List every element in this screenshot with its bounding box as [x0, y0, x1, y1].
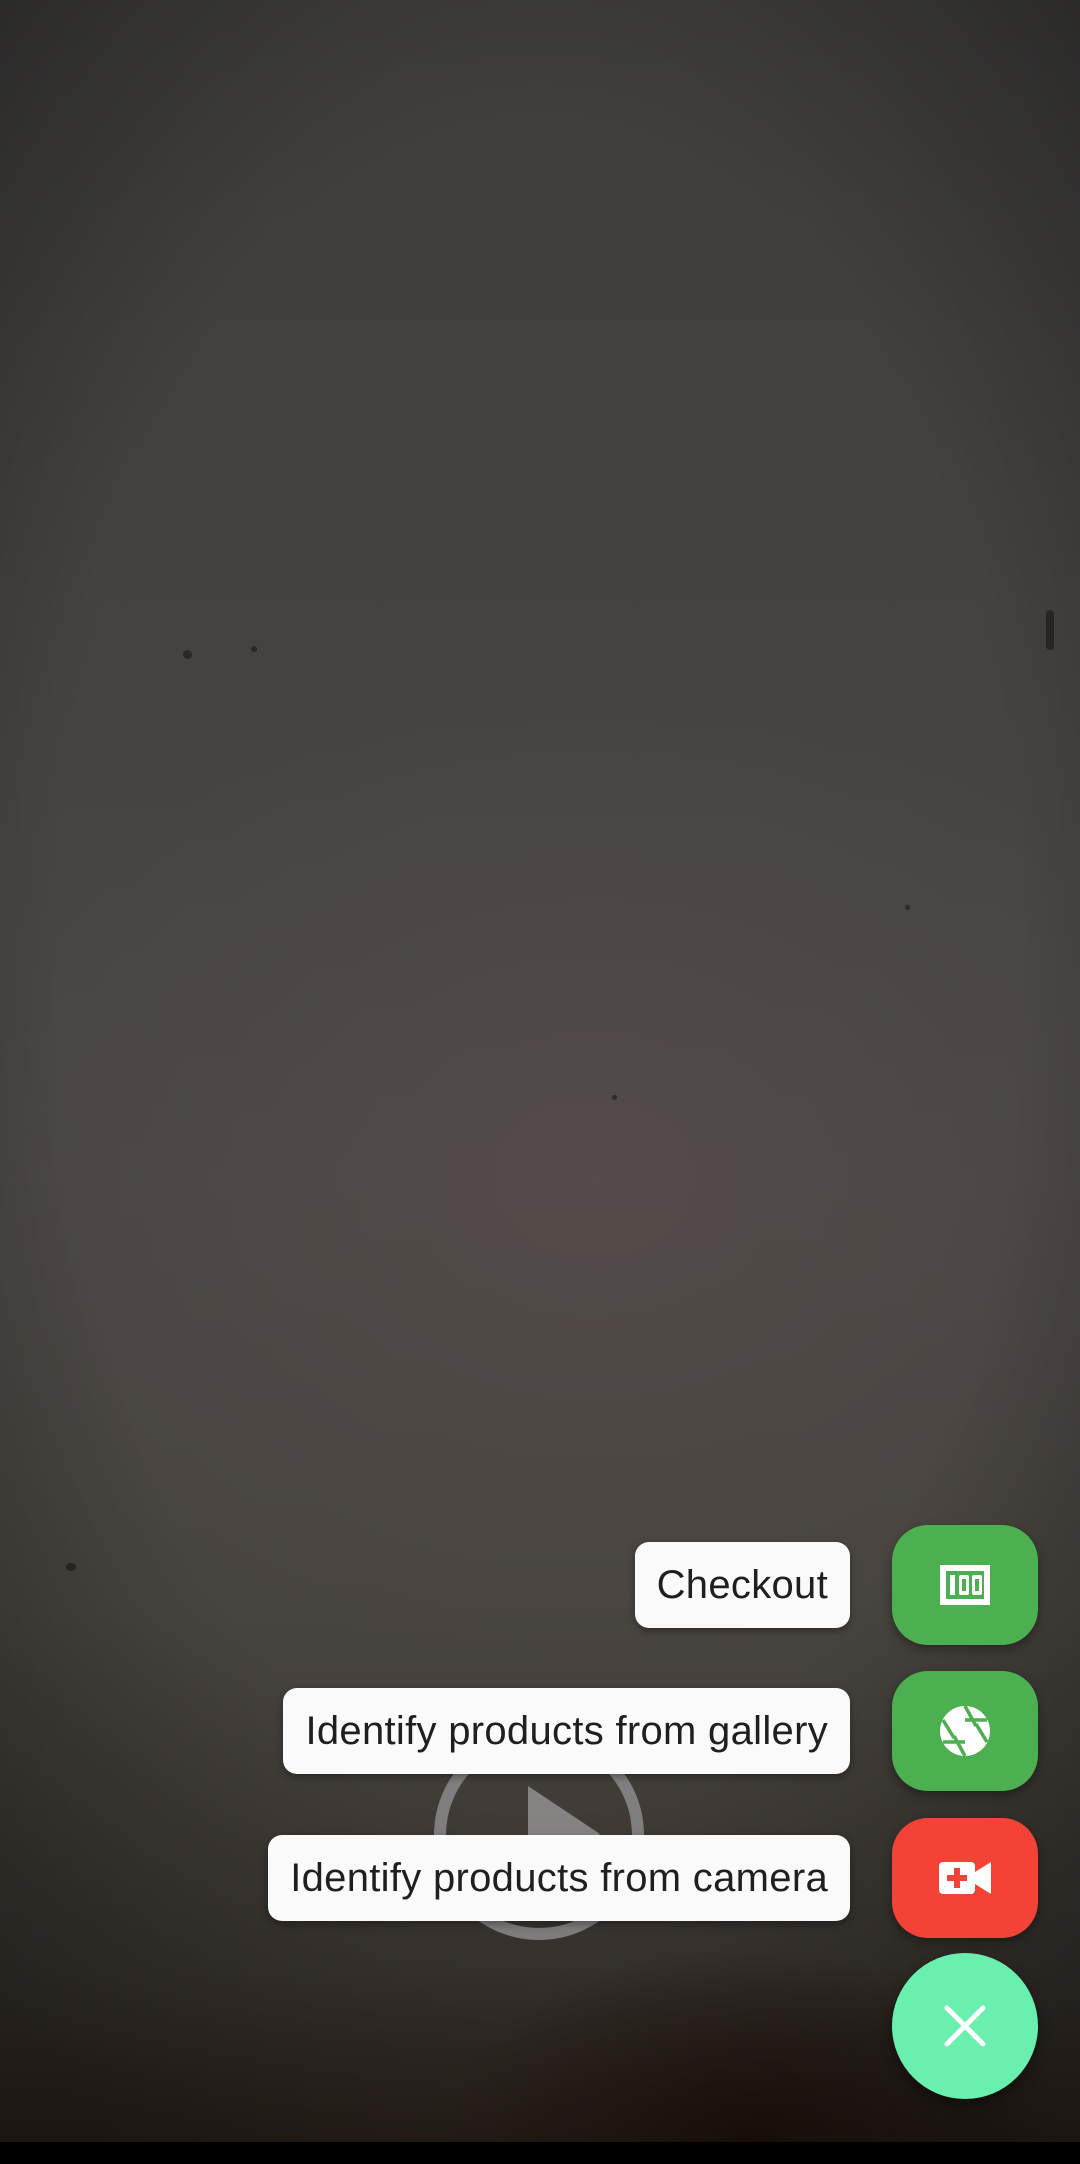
speed-dial-item-camera[interactable]: Identify products from camera [268, 1818, 1038, 1938]
system-nav-bar [0, 2142, 1080, 2164]
speed-dial: Checkout Identify products from gallery [0, 0, 1080, 2142]
close-icon [943, 2004, 987, 2048]
camera-aperture-icon [938, 1704, 992, 1758]
video-add-icon [937, 1858, 993, 1898]
receipt-counter-icon [938, 1562, 992, 1608]
checkout-button[interactable] [892, 1525, 1038, 1645]
speed-dial-item-gallery[interactable]: Identify products from gallery [283, 1671, 1038, 1791]
camera-button[interactable] [892, 1818, 1038, 1938]
checkout-label[interactable]: Checkout [634, 1542, 850, 1628]
speed-dial-toggle-button[interactable] [892, 1953, 1038, 2099]
gallery-button[interactable] [892, 1671, 1038, 1791]
gallery-label[interactable]: Identify products from gallery [283, 1688, 850, 1774]
camera-label[interactable]: Identify products from camera [268, 1835, 850, 1921]
speed-dial-item-checkout[interactable]: Checkout [634, 1525, 1038, 1645]
